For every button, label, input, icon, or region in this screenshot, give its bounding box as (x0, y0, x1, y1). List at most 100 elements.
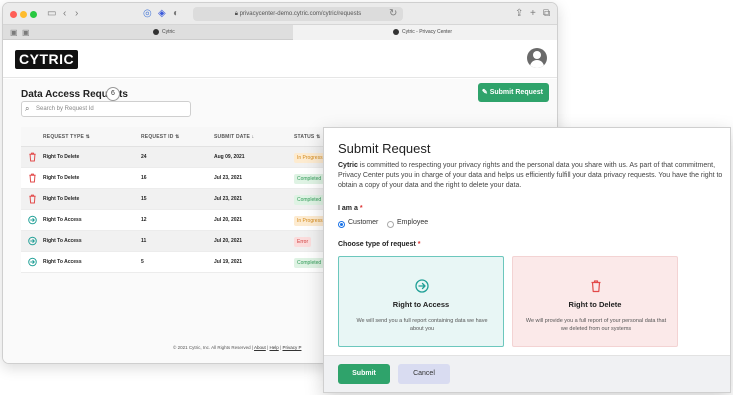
trash-icon (29, 173, 36, 183)
footer-link-privacy[interactable]: Privacy P (282, 345, 301, 350)
search-placeholder: Search by Request Id (36, 106, 94, 112)
request-type-cell: Right To Delete (43, 154, 80, 160)
address-bar[interactable]: 🔒︎ privacycenter-demo.cytric.com/cytric/… (193, 7, 403, 21)
request-id-cell: 5 (141, 259, 144, 265)
required-mark: * (417, 241, 421, 248)
modal-footer: Submit Cancel (324, 355, 730, 392)
sidebar-toggle-icon[interactable]: ▭ (47, 7, 56, 21)
right-to-access-card[interactable]: Right to Access We will send you a full … (338, 256, 504, 347)
submit-date-cell: Jul 20, 2021 (214, 217, 243, 223)
sort-icon: ⇅ (85, 134, 91, 140)
user-avatar-icon[interactable] (527, 48, 547, 68)
reload-icon[interactable]: ↻ (389, 7, 397, 21)
right-to-access-title: Right to Access (392, 300, 450, 309)
new-tab-icon[interactable]: + (530, 7, 536, 21)
right-to-delete-card[interactable]: Right to Delete We will provide you a fu… (512, 256, 678, 347)
request-id-cell: 11 (141, 238, 147, 244)
request-id-cell: 15 (141, 196, 147, 202)
shield-icon[interactable]: ◈ (158, 7, 166, 21)
submit-button[interactable]: Submit (338, 364, 390, 384)
request-type-cell: Right To Access (43, 217, 82, 223)
right-to-delete-description: We will provide you a full report of you… (525, 318, 667, 332)
request-id-cell: 12 (141, 217, 147, 223)
request-type-cell: Right To Access (43, 259, 82, 265)
radio-customer-label[interactable]: Customer (348, 219, 378, 226)
minimize-window-button[interactable] (20, 11, 27, 18)
submit-date-cell: Jul 19, 2021 (214, 259, 243, 265)
status-badge: Error (294, 237, 312, 247)
search-icon: ⌕ (25, 104, 30, 113)
column-header-submit-date[interactable]: SUBMIT DATE ↓ (214, 127, 254, 147)
required-mark: * (359, 205, 363, 212)
status-badge: Completed (294, 258, 325, 268)
trash-icon (591, 280, 601, 293)
request-type-cell: Right To Access (43, 238, 82, 244)
share-icon[interactable]: ⇪ (515, 7, 523, 21)
tab-privacy-center[interactable]: Cytric - Privacy Center (293, 25, 557, 40)
footer-link-about[interactable]: About (254, 345, 266, 350)
submit-request-modal: Submit Request Cytric is committed to re… (323, 127, 731, 393)
request-id-cell: 16 (141, 175, 147, 181)
page-footer: © 2021 Cytric, Inc. All Rights Reserved … (173, 345, 302, 350)
request-count-badge: 6 (106, 87, 120, 101)
submit-request-button[interactable]: ✎ Submit Request (477, 83, 549, 102)
pencil-icon: ✎ (481, 89, 490, 96)
tab-sidebar-icon[interactable]: ▣ (10, 26, 18, 40)
app-header: CYTRIC (3, 40, 557, 78)
radio-employee-label[interactable]: Employee (397, 219, 428, 226)
tab-label: Cytric (162, 29, 175, 35)
sort-icon: ⇅ (316, 134, 321, 140)
status-badge: In Progress (294, 216, 326, 226)
arrow-circle-right-icon (28, 257, 37, 267)
tabs-overview-icon[interactable]: ⧉ (543, 7, 550, 21)
contrast-icon[interactable]: ◐ (173, 7, 179, 21)
trash-icon (29, 194, 36, 204)
cytric-logo[interactable]: CYTRIC (15, 50, 79, 69)
column-header-status[interactable]: STATUS ⇅ (294, 127, 320, 147)
submit-date-cell: Jul 23, 2021 (214, 196, 243, 202)
right-to-access-description: We will send you a full report containin… (356, 318, 488, 332)
submit-date-cell: Aug 09, 2021 (214, 154, 245, 160)
trash-icon (29, 152, 36, 162)
close-window-button[interactable] (10, 11, 17, 18)
column-header-request-id[interactable]: REQUEST ID ⇅ (141, 127, 180, 147)
column-header-request-type[interactable]: REQUEST TYPE ⇅ (43, 127, 90, 147)
i-am-a-label: I am a * (338, 205, 363, 212)
status-badge: In Progress (294, 153, 326, 163)
arrow-circle-right-icon (28, 215, 37, 225)
cytric-favicon-icon (153, 28, 159, 35)
cytric-favicon-icon (393, 28, 399, 35)
tab-bar: ▣ ▣ Cytric Cytric - Privacy Center (3, 25, 557, 40)
sort-icon: ⇅ (175, 134, 180, 140)
tab-group-icon[interactable]: ▣ (22, 26, 30, 40)
browser-titlebar: ▭ ‹ › ◎ ◈ ◐ 🔒︎ privacycenter-demo.cytric… (3, 3, 557, 25)
submit-date-cell: Jul 20, 2021 (214, 238, 243, 244)
brand-name: Cytric (338, 162, 358, 169)
search-input[interactable]: ⌕ Search by Request Id (21, 101, 191, 117)
arrow-circle-right-icon (415, 279, 429, 293)
status-badge: Completed (294, 195, 325, 205)
right-to-delete-title: Right to Delete (568, 300, 622, 309)
radio-customer[interactable] (338, 221, 345, 228)
modal-description: Cytric is committed to respecting your p… (338, 161, 723, 191)
forward-icon[interactable]: › (75, 7, 78, 21)
submit-date-cell: Jul 23, 2021 (214, 175, 243, 181)
choose-type-label: Choose type of request * (338, 241, 421, 248)
sort-desc-icon: ↓ (251, 134, 255, 140)
description-text: is committed to respecting your privacy … (338, 162, 723, 189)
back-icon[interactable]: ‹ (63, 7, 66, 21)
request-type-cell: Right To Delete (43, 175, 80, 181)
submit-request-label: Submit Request (489, 89, 543, 96)
zoom-window-button[interactable] (30, 11, 37, 18)
url-text: privacycenter-demo.cytric.com/cytric/req… (239, 11, 362, 17)
cancel-button[interactable]: Cancel (398, 364, 450, 384)
modal-title: Submit Request (338, 141, 431, 156)
request-id-cell: 24 (141, 154, 147, 160)
tab-cytric[interactable]: Cytric (153, 25, 193, 40)
footer-link-help[interactable]: Help (270, 345, 279, 350)
request-type-cell: Right To Delete (43, 196, 80, 202)
privacy-shield-icon[interactable]: ◎ (143, 7, 152, 21)
tab-label: Cytric - Privacy Center (402, 29, 453, 35)
screenshot-stage: ▭ ‹ › ◎ ◈ ◐ 🔒︎ privacycenter-demo.cytric… (0, 0, 733, 395)
radio-employee[interactable] (387, 221, 394, 228)
